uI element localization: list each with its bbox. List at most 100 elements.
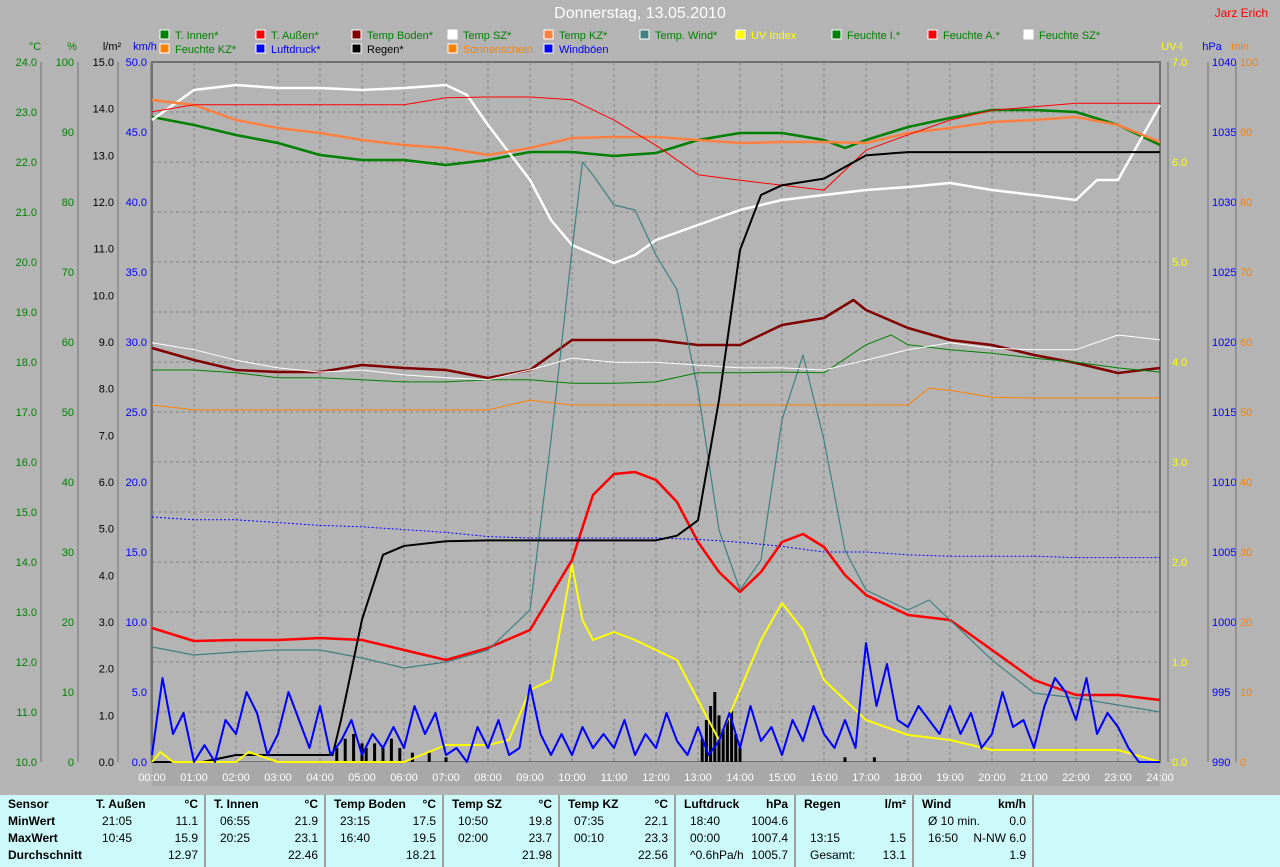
stats-unit: °C: [422, 797, 436, 811]
y-tick-label-sun: 90: [1240, 127, 1252, 139]
stats-header: Luftdruck hPa: [676, 796, 794, 812]
legend-label: Temp. Wind*: [655, 30, 718, 42]
x-tick-label: 09:00: [516, 772, 544, 784]
rain-bar: [352, 734, 356, 762]
y-tick-label-press: 1020: [1212, 337, 1236, 349]
rain-bar: [389, 738, 393, 762]
y-tick-label-wind: 45.0: [126, 127, 147, 139]
y-tick-label-temp: 15.0: [16, 507, 37, 519]
stats-row: Gesamt: 13.1: [796, 847, 912, 863]
legend-label: Temp SZ*: [463, 30, 512, 42]
x-tick-label: 14:00: [726, 772, 754, 784]
rain-bar: [427, 752, 431, 762]
rain-bar: [843, 757, 847, 762]
stats-time: Gesamt:: [810, 848, 856, 862]
stats-sensor-name: Wind: [922, 797, 952, 811]
y-tick-label-rain: 5.0: [99, 524, 114, 536]
y-tick-label-temp: 11.0: [16, 707, 37, 719]
stats-row: 18.21: [326, 847, 442, 863]
x-tick-label: 08:00: [474, 772, 502, 784]
legend-swatch: [1023, 29, 1034, 40]
stats-value: 22.1: [644, 814, 668, 828]
y-tick-label-rain: 15.0: [93, 57, 114, 69]
rain-bar: [335, 748, 339, 762]
y-tick-label-rain: 4.0: [99, 570, 114, 582]
stats-row-labels: Sensor MinWert MaxWert Durchschnitt: [0, 795, 86, 867]
y-tick-label-hum: 70: [62, 267, 74, 279]
axis-unit-wind: km/h: [133, 41, 157, 53]
y-tick-label-hum: 20: [62, 617, 74, 629]
stats-row: 00:10 23.3: [560, 830, 674, 846]
stats-row: 21.98: [444, 847, 558, 863]
stats-time: 21:05: [102, 814, 133, 828]
y-tick-label-press: 1030: [1212, 197, 1236, 209]
x-tick-label: 18:00: [894, 772, 922, 784]
stats-time: 13:15: [810, 831, 841, 845]
y-tick-label-rain: 2.0: [99, 664, 114, 676]
stats-sensor-name: Regen: [804, 797, 841, 811]
y-tick-label-rain: 1.0: [99, 710, 114, 722]
stats-column: Temp SZ °C 10:50 19.8 02:00 23.7 21.98: [444, 795, 560, 867]
y-tick-label-uv: 6.0: [1172, 157, 1187, 169]
x-tick-label: 04:00: [306, 772, 334, 784]
legend-swatch: [351, 29, 362, 40]
stats-value: 21.9: [294, 814, 318, 828]
legend-swatch: [351, 43, 362, 54]
y-tick-label-hum: 40: [62, 477, 74, 489]
y-tick-label-wind: 50.0: [126, 57, 147, 69]
row-label: MinWert: [0, 813, 86, 829]
rain-bar: [343, 738, 347, 762]
legend-label: Feuchte A.*: [943, 30, 1001, 42]
y-tick-label-uv: 0.0: [1172, 757, 1187, 769]
y-tick-label-temp: 16.0: [16, 457, 37, 469]
legend-label: Feuchte SZ*: [1039, 30, 1101, 42]
stats-header: Temp Boden °C: [326, 796, 442, 812]
stats-column: Temp KZ °C 07:35 22.1 00:10 23.3 22.56: [560, 795, 676, 867]
y-tick-label-rain: 14.0: [93, 104, 114, 116]
legend-label: Temp KZ*: [559, 30, 608, 42]
axis-unit-press: hPa: [1202, 41, 1222, 53]
stats-time: 20:25: [220, 831, 251, 845]
row-label-text: MaxWert: [8, 831, 58, 845]
rain-bar: [704, 720, 708, 762]
y-tick-label-wind: 15.0: [126, 547, 147, 559]
y-tick-label-temp: 19.0: [16, 307, 37, 319]
legend-label: UV Index: [751, 30, 797, 42]
stats-value: 18.21: [405, 848, 436, 862]
y-tick-label-temp: 10.0: [16, 757, 37, 769]
y-tick-label-uv: 5.0: [1172, 257, 1187, 269]
x-tick-label: 21:00: [1020, 772, 1048, 784]
x-tick-label: 03:00: [264, 772, 292, 784]
legend-label: T. Außen*: [271, 30, 319, 42]
y-tick-label-sun: 0: [1240, 757, 1246, 769]
legend-swatch: [159, 29, 170, 40]
legend-label: Feuchte I.*: [847, 30, 901, 42]
legend-label: Temp Boden*: [367, 30, 434, 42]
y-tick-label-press: 1025: [1212, 267, 1236, 279]
y-tick-label-press: 990: [1212, 757, 1230, 769]
stats-value: 22.46: [287, 848, 318, 862]
y-tick-label-temp: 21.0: [16, 207, 37, 219]
axis-unit-sun: min: [1231, 41, 1249, 53]
stats-column: T. Außen °C 21:05 11.1 10:45 15.9 12.97: [88, 795, 206, 867]
y-tick-label-sun: 20: [1240, 617, 1252, 629]
stats-row: 16:40 19.5: [326, 830, 442, 846]
x-tick-label: 11:00: [601, 772, 628, 784]
y-tick-label-wind: 35.0: [126, 267, 147, 279]
x-tick-label: 15:00: [768, 772, 796, 784]
row-label-text: MinWert: [8, 814, 56, 828]
stats-row: 10:50 19.8: [444, 813, 558, 829]
legend-swatch: [255, 43, 266, 54]
y-tick-label-hum: 100: [56, 57, 74, 69]
stats-value: 11.1: [175, 814, 198, 828]
axis-unit-temp: °C: [29, 41, 41, 53]
y-tick-label-rain: 11.0: [93, 244, 114, 256]
row-label-text: Sensor: [8, 797, 49, 811]
axis-unit-rain: l/m²: [103, 41, 122, 53]
y-tick-label-sun: 70: [1240, 267, 1252, 279]
stats-value: 15.9: [174, 831, 198, 845]
y-tick-label-sun: 30: [1240, 547, 1252, 559]
y-tick-label-rain: 3.0: [99, 617, 114, 629]
rain-bar: [373, 743, 377, 762]
stats-row: 00:00 1007.4: [676, 830, 794, 846]
